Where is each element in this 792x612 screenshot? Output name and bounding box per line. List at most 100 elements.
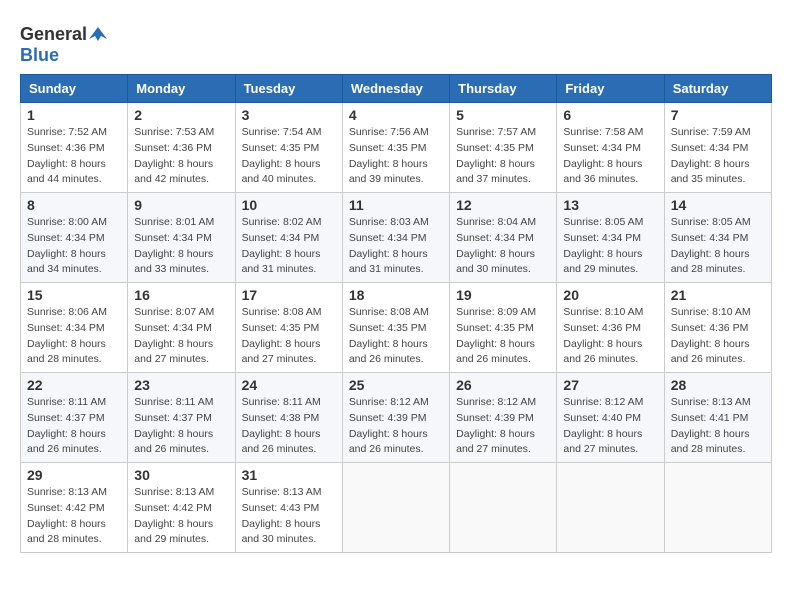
day-number: 23 (134, 377, 228, 393)
day-detail: Sunrise: 8:10 AMSunset: 4:36 PMDaylight:… (671, 305, 765, 368)
day-number: 4 (349, 107, 443, 123)
day-detail: Sunrise: 8:07 AMSunset: 4:34 PMDaylight:… (134, 305, 228, 368)
day-detail: Sunrise: 8:09 AMSunset: 4:35 PMDaylight:… (456, 305, 550, 368)
calendar-cell: 8 Sunrise: 8:00 AMSunset: 4:34 PMDaylight… (21, 193, 128, 283)
logo-general-text: General (20, 24, 87, 45)
calendar-cell: 15 Sunrise: 8:06 AMSunset: 4:34 PMDayligh… (21, 283, 128, 373)
day-detail: Sunrise: 8:12 AMSunset: 4:39 PMDaylight:… (456, 395, 550, 458)
day-number: 19 (456, 287, 550, 303)
day-number: 22 (27, 377, 121, 393)
day-detail: Sunrise: 8:05 AMSunset: 4:34 PMDaylight:… (671, 215, 765, 278)
week-row-2: 8 Sunrise: 8:00 AMSunset: 4:34 PMDaylight… (21, 193, 772, 283)
week-row-1: 1 Sunrise: 7:52 AMSunset: 4:36 PMDaylight… (21, 103, 772, 193)
calendar-cell: 23 Sunrise: 8:11 AMSunset: 4:37 PMDayligh… (128, 373, 235, 463)
day-detail: Sunrise: 7:52 AMSunset: 4:36 PMDaylight:… (27, 125, 121, 188)
days-of-week-row: SundayMondayTuesdayWednesdayThursdayFrid… (21, 75, 772, 103)
day-number: 17 (242, 287, 336, 303)
day-detail: Sunrise: 8:03 AMSunset: 4:34 PMDaylight:… (349, 215, 443, 278)
day-header-wednesday: Wednesday (342, 75, 449, 103)
day-detail: Sunrise: 8:13 AMSunset: 4:41 PMDaylight:… (671, 395, 765, 458)
day-number: 5 (456, 107, 550, 123)
day-detail: Sunrise: 8:12 AMSunset: 4:39 PMDaylight:… (349, 395, 443, 458)
day-number: 11 (349, 197, 443, 213)
logo: General Blue (20, 24, 107, 66)
day-number: 10 (242, 197, 336, 213)
day-number: 6 (563, 107, 657, 123)
day-number: 1 (27, 107, 121, 123)
calendar-cell: 30Sunrise: 8:13 AMSunset: 4:42 PMDayligh… (128, 463, 235, 553)
day-number: 18 (349, 287, 443, 303)
day-number: 15 (27, 287, 121, 303)
day-detail: Sunrise: 8:00 AMSunset: 4:34 PMDaylight:… (27, 215, 121, 278)
calendar-table: SundayMondayTuesdayWednesdayThursdayFrid… (20, 74, 772, 553)
day-header-monday: Monday (128, 75, 235, 103)
day-detail: Sunrise: 8:11 AMSunset: 4:37 PMDaylight:… (134, 395, 228, 458)
day-number: 2 (134, 107, 228, 123)
calendar-cell: 16 Sunrise: 8:07 AMSunset: 4:34 PMDayligh… (128, 283, 235, 373)
day-detail: Sunrise: 8:08 AMSunset: 4:35 PMDaylight:… (242, 305, 336, 368)
day-detail: Sunrise: 8:06 AMSunset: 4:34 PMDaylight:… (27, 305, 121, 368)
page-header: General Blue (20, 20, 772, 66)
calendar-cell: 27 Sunrise: 8:12 AMSunset: 4:40 PMDayligh… (557, 373, 664, 463)
logo-bird-icon (89, 25, 107, 43)
day-header-friday: Friday (557, 75, 664, 103)
day-number: 29 (27, 467, 121, 483)
day-number: 30 (134, 467, 228, 483)
calendar-cell: 22 Sunrise: 8:11 AMSunset: 4:37 PMDayligh… (21, 373, 128, 463)
day-number: 16 (134, 287, 228, 303)
calendar-cell (450, 463, 557, 553)
logo-blue-text: Blue (20, 45, 59, 66)
day-number: 12 (456, 197, 550, 213)
day-header-thursday: Thursday (450, 75, 557, 103)
calendar-cell: 5 Sunrise: 7:57 AMSunset: 4:35 PMDaylight… (450, 103, 557, 193)
day-detail: Sunrise: 8:13 AMSunset: 4:42 PMDaylight:… (27, 485, 121, 548)
day-detail: Sunrise: 8:02 AMSunset: 4:34 PMDaylight:… (242, 215, 336, 278)
day-detail: Sunrise: 8:13 AMSunset: 4:43 PMDaylight:… (242, 485, 336, 548)
day-number: 9 (134, 197, 228, 213)
calendar-cell (557, 463, 664, 553)
day-number: 20 (563, 287, 657, 303)
day-number: 8 (27, 197, 121, 213)
calendar-cell: 7 Sunrise: 7:59 AMSunset: 4:34 PMDaylight… (664, 103, 771, 193)
day-detail: Sunrise: 7:58 AMSunset: 4:34 PMDaylight:… (563, 125, 657, 188)
calendar-cell: 4Sunrise: 7:56 AMSunset: 4:35 PMDaylight… (342, 103, 449, 193)
day-detail: Sunrise: 8:05 AMSunset: 4:34 PMDaylight:… (563, 215, 657, 278)
week-row-5: 29 Sunrise: 8:13 AMSunset: 4:42 PMDayligh… (21, 463, 772, 553)
day-number: 31 (242, 467, 336, 483)
day-detail: Sunrise: 7:53 AMSunset: 4:36 PMDaylight:… (134, 125, 228, 188)
day-detail: Sunrise: 8:12 AMSunset: 4:40 PMDaylight:… (563, 395, 657, 458)
calendar-cell: 12Sunrise: 8:04 AMSunset: 4:34 PMDayligh… (450, 193, 557, 283)
calendar-cell: 26 Sunrise: 8:12 AMSunset: 4:39 PMDayligh… (450, 373, 557, 463)
day-number: 27 (563, 377, 657, 393)
calendar-cell: 1 Sunrise: 7:52 AMSunset: 4:36 PMDaylight… (21, 103, 128, 193)
calendar-body: 1 Sunrise: 7:52 AMSunset: 4:36 PMDaylight… (21, 103, 772, 553)
calendar-cell: 24 Sunrise: 8:11 AMSunset: 4:38 PMDayligh… (235, 373, 342, 463)
calendar-cell: 13Sunrise: 8:05 AMSunset: 4:34 PMDayligh… (557, 193, 664, 283)
day-detail: Sunrise: 8:11 AMSunset: 4:38 PMDaylight:… (242, 395, 336, 458)
calendar-cell (342, 463, 449, 553)
calendar-cell: 14 Sunrise: 8:05 AMSunset: 4:34 PMDayligh… (664, 193, 771, 283)
calendar-cell: 3Sunrise: 7:54 AMSunset: 4:35 PMDaylight… (235, 103, 342, 193)
calendar-cell: 11 Sunrise: 8:03 AMSunset: 4:34 PMDayligh… (342, 193, 449, 283)
day-number: 26 (456, 377, 550, 393)
calendar-cell: 9 Sunrise: 8:01 AMSunset: 4:34 PMDaylight… (128, 193, 235, 283)
calendar-cell: 18Sunrise: 8:08 AMSunset: 4:35 PMDayligh… (342, 283, 449, 373)
calendar-cell: 20Sunrise: 8:10 AMSunset: 4:36 PMDayligh… (557, 283, 664, 373)
day-detail: Sunrise: 7:54 AMSunset: 4:35 PMDaylight:… (242, 125, 336, 188)
day-number: 24 (242, 377, 336, 393)
calendar-cell: 17 Sunrise: 8:08 AMSunset: 4:35 PMDayligh… (235, 283, 342, 373)
day-detail: Sunrise: 7:59 AMSunset: 4:34 PMDaylight:… (671, 125, 765, 188)
day-header-sunday: Sunday (21, 75, 128, 103)
calendar-cell (664, 463, 771, 553)
day-number: 14 (671, 197, 765, 213)
day-number: 7 (671, 107, 765, 123)
calendar-cell: 29 Sunrise: 8:13 AMSunset: 4:42 PMDayligh… (21, 463, 128, 553)
calendar-cell: 2 Sunrise: 7:53 AMSunset: 4:36 PMDaylight… (128, 103, 235, 193)
day-detail: Sunrise: 8:01 AMSunset: 4:34 PMDaylight:… (134, 215, 228, 278)
day-number: 21 (671, 287, 765, 303)
week-row-3: 15 Sunrise: 8:06 AMSunset: 4:34 PMDayligh… (21, 283, 772, 373)
day-detail: Sunrise: 8:11 AMSunset: 4:37 PMDaylight:… (27, 395, 121, 458)
day-header-tuesday: Tuesday (235, 75, 342, 103)
day-detail: Sunrise: 7:57 AMSunset: 4:35 PMDaylight:… (456, 125, 550, 188)
calendar-cell: 28Sunrise: 8:13 AMSunset: 4:41 PMDayligh… (664, 373, 771, 463)
